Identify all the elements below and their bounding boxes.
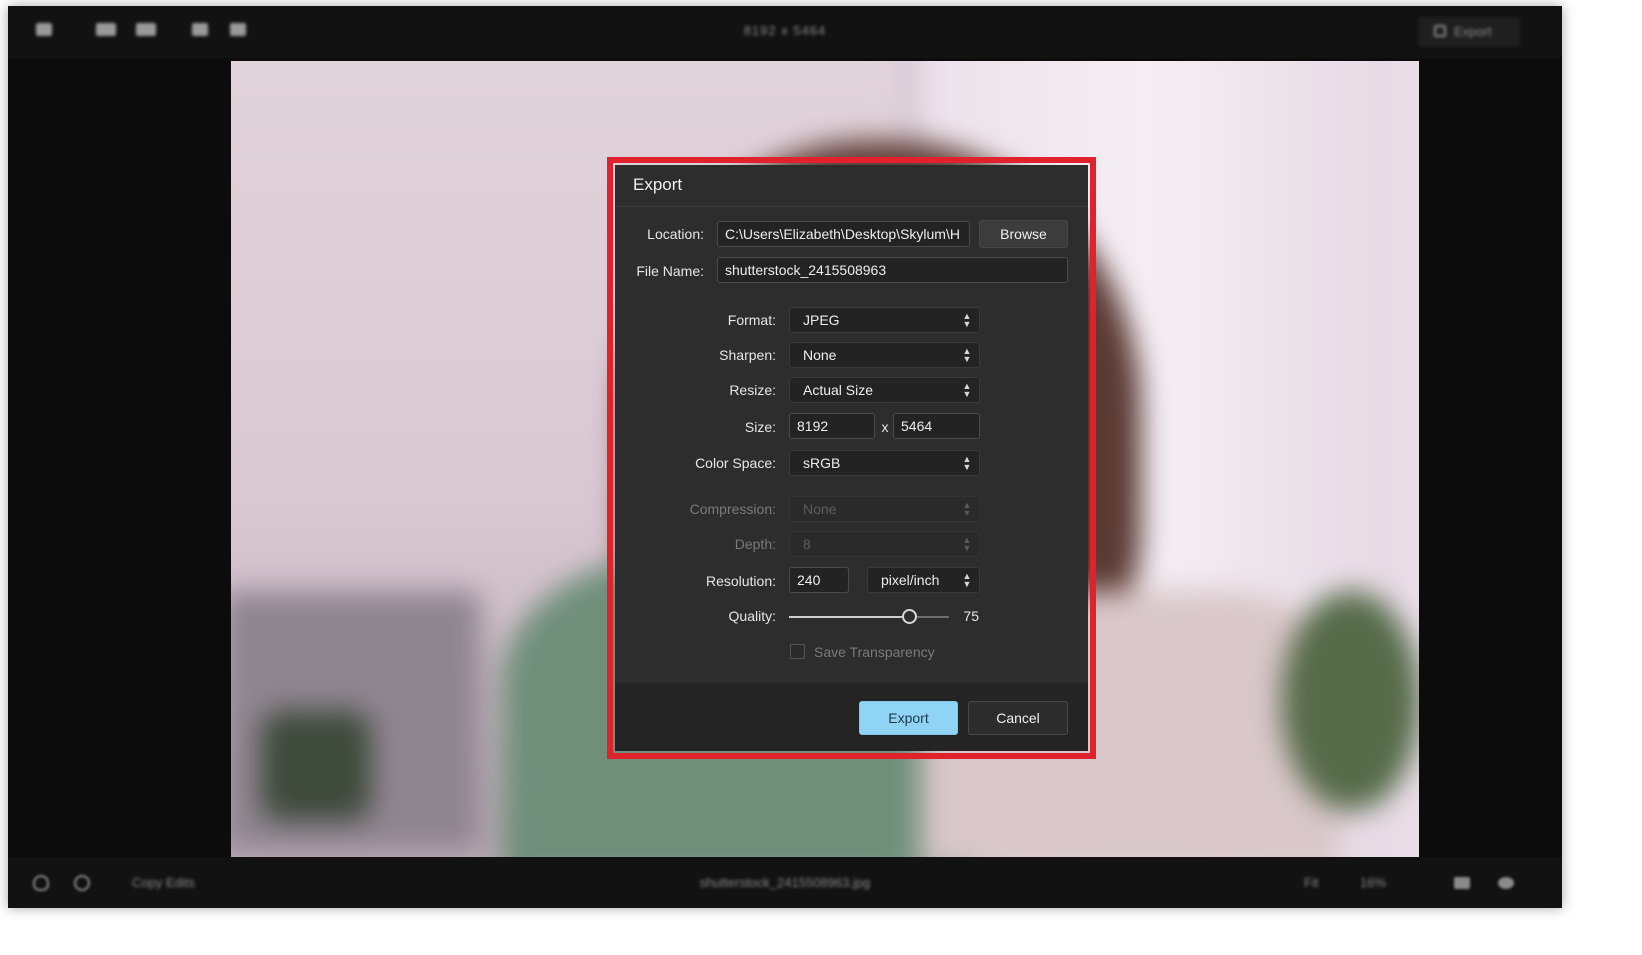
toolbar-export-button[interactable]: Export (1418, 17, 1520, 47)
depth-select: 8 ▲ ▼ (789, 531, 980, 557)
toolbar-export-label: Export (1454, 24, 1492, 39)
sharpen-label: Sharpen: (719, 347, 776, 363)
resolution-unit-value: pixel/inch (881, 572, 940, 588)
quality-value: 75 (963, 608, 979, 624)
quality-label: Quality: (728, 608, 776, 624)
sharpen-value: None (803, 347, 837, 363)
compression-label: Compression: (689, 501, 776, 517)
eye-icon[interactable] (1498, 877, 1514, 889)
file-name-label: File Name: (636, 263, 704, 279)
updown-chevron-icon: ▲ ▼ (962, 500, 972, 518)
resolution-field[interactable]: 240 (789, 567, 849, 593)
export-dialog: Export Location: C:\Users\Elizabeth\Desk… (615, 165, 1088, 751)
image-dimensions: 8192 x 5464 (743, 23, 827, 38)
quality-slider-fill (789, 616, 909, 618)
save-transparency-label: Save Transparency (814, 644, 935, 660)
bottom-bar: Copy Edits shutterstock_2415508963.jpg F… (8, 857, 1562, 908)
zoom-dropdown[interactable]: 16% (1360, 875, 1386, 890)
color-space-select[interactable]: sRGB ▲ ▼ (789, 450, 980, 476)
format-select[interactable]: JPEG ▲ ▼ (789, 307, 980, 333)
save-transparency-checkbox (790, 644, 805, 659)
bottom-filename: shutterstock_2415508963.jpg (699, 875, 871, 890)
resize-label: Resize: (729, 382, 776, 398)
export-button[interactable]: Export (859, 701, 958, 735)
size-label: Size: (744, 419, 776, 435)
compare-icon[interactable] (1454, 877, 1470, 889)
sharpen-select[interactable]: None ▲ ▼ (789, 342, 980, 368)
height-field[interactable]: 5464 (893, 413, 980, 439)
export-icon (1434, 25, 1446, 37)
location-label: Location: (647, 226, 704, 242)
compression-select: None ▲ ▼ (789, 496, 980, 522)
file-name-field[interactable]: shutterstock_2415508963 (717, 257, 1068, 283)
format-label: Format: (727, 312, 776, 328)
quality-slider[interactable] (789, 609, 949, 624)
updown-chevron-icon: ▲ ▼ (962, 454, 972, 472)
updown-chevron-icon: ▲ ▼ (962, 381, 972, 399)
color-space-label: Color Space: (695, 455, 776, 471)
updown-chevron-icon: ▲ ▼ (962, 571, 972, 589)
dialog-divider (615, 206, 1088, 207)
compression-value: None (803, 501, 837, 517)
resolution-unit-select[interactable]: pixel/inch ▲ ▼ (867, 567, 980, 593)
dialog-footer: Export Cancel (615, 683, 1088, 751)
format-value: JPEG (803, 312, 840, 328)
width-field[interactable]: 8192 (789, 413, 875, 439)
color-space-value: sRGB (803, 455, 841, 471)
browse-button[interactable]: Browse (979, 220, 1068, 248)
size-separator: x (881, 419, 889, 435)
depth-label: Depth: (734, 536, 776, 552)
resize-value: Actual Size (803, 382, 874, 398)
updown-chevron-icon: ▲ ▼ (962, 346, 972, 364)
top-toolbar: 8192 x 5464 Export (8, 6, 1562, 58)
resolution-label: Resolution: (705, 573, 776, 589)
updown-chevron-icon: ▲ ▼ (962, 311, 972, 329)
resize-select[interactable]: Actual Size ▲ ▼ (789, 377, 980, 403)
fit-button[interactable]: Fit (1304, 875, 1318, 890)
depth-value: 8 (803, 536, 811, 552)
quality-slider-thumb[interactable] (902, 609, 917, 624)
updown-chevron-icon: ▲ ▼ (962, 535, 972, 553)
dialog-title: Export (633, 175, 683, 194)
location-field[interactable]: C:\Users\Elizabeth\Desktop\Skylum\H (717, 221, 970, 247)
cancel-button[interactable]: Cancel (968, 701, 1068, 735)
